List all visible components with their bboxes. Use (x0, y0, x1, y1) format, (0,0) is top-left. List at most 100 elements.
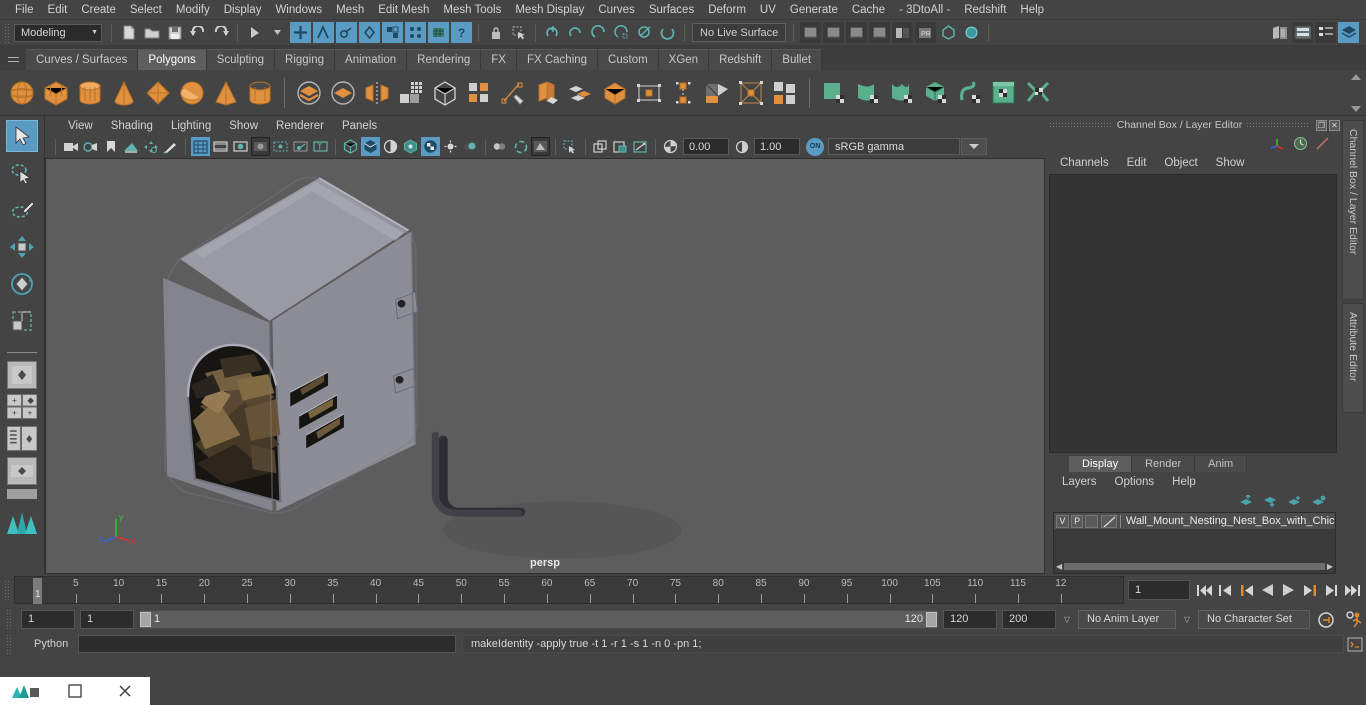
axis-display-icon[interactable] (1269, 136, 1286, 151)
time-slider-grip[interactable] (4, 580, 11, 600)
scroll-left-icon[interactable]: ◀ (1056, 562, 1062, 571)
graph-icon[interactable] (1315, 136, 1330, 151)
gamma-icon[interactable] (732, 137, 751, 156)
snap-to-view-plane-icon[interactable] (428, 22, 449, 43)
poly-soft-edge-icon[interactable] (701, 77, 733, 109)
shelf-tab-redshift[interactable]: Redshift (709, 49, 772, 70)
layer-display-type-toggle[interactable] (1085, 515, 1098, 528)
range-start-field[interactable]: 1 (80, 610, 134, 629)
textured-icon[interactable] (421, 137, 440, 156)
select-by-object-icon[interactable] (313, 22, 334, 43)
tab-attribute-editor[interactable]: Attribute Editor (1342, 303, 1364, 413)
undo-icon[interactable] (187, 22, 208, 43)
menu-file[interactable]: File (8, 2, 41, 18)
camera-attributes-icon[interactable] (81, 137, 100, 156)
menu-mesh-tools[interactable]: Mesh Tools (436, 2, 508, 18)
panel-grip-right[interactable] (1246, 122, 1310, 129)
range-slider-grip[interactable] (6, 609, 13, 629)
viewport-menu-panels[interactable]: Panels (333, 120, 386, 132)
viewport-menu-renderer[interactable]: Renderer (267, 120, 333, 132)
menu-3dtoall[interactable]: - 3DtoAll - (892, 2, 957, 18)
shelf-tab-fx-caching[interactable]: FX Caching (517, 49, 598, 70)
animation-start-field[interactable]: 1 (21, 610, 75, 629)
grid-toggle-icon[interactable] (631, 137, 650, 156)
menu-uv[interactable]: UV (753, 2, 783, 18)
scale-tool[interactable] (6, 305, 38, 337)
layer-tab-display[interactable]: Display (1069, 456, 1132, 472)
render-icon[interactable] (565, 22, 586, 43)
menu-select[interactable]: Select (123, 2, 169, 18)
poly-quad-draw-icon[interactable] (769, 77, 801, 109)
scroll-right-icon[interactable]: ▶ (1327, 562, 1333, 571)
poly-mirror-icon[interactable] (361, 77, 393, 109)
go-to-start-icon[interactable] (1196, 582, 1213, 599)
menu-mesh[interactable]: Mesh (329, 2, 371, 18)
animation-preferences-icon[interactable] (1342, 611, 1366, 628)
redo-icon[interactable] (210, 22, 231, 43)
uv-cylindrical-icon[interactable] (852, 77, 884, 109)
shadows-icon[interactable] (441, 137, 460, 156)
menu-redshift[interactable]: Redshift (957, 2, 1013, 18)
ipr-render-icon[interactable] (588, 22, 609, 43)
channel-box-body[interactable] (1049, 174, 1337, 453)
multisample-icon[interactable] (511, 137, 530, 156)
channel-box-menu-edit[interactable]: Edit (1118, 157, 1156, 169)
menu-surfaces[interactable]: Surfaces (642, 2, 701, 18)
layer-list[interactable]: V P Wall_Mount_Nesting_Nest_Box_with_Chi… (1053, 512, 1336, 574)
layer-tab-render[interactable]: Render (1132, 456, 1195, 472)
step-forward-frame-icon[interactable] (1301, 582, 1318, 599)
step-back-frame-icon[interactable] (1238, 582, 1255, 599)
camera-icon[interactable] (61, 137, 80, 156)
layer-visibility-toggle[interactable]: V (1056, 515, 1069, 528)
tool-settings-icon[interactable] (1315, 22, 1336, 43)
resolution-gate-icon[interactable] (231, 137, 250, 156)
range-slider[interactable]: 1 120 (139, 610, 938, 629)
texture-icon[interactable]: T (311, 137, 330, 156)
gamma-field[interactable]: 1.00 (754, 138, 800, 155)
command-language-label[interactable]: Python (16, 638, 78, 650)
scrollbar-thumb[interactable] (1064, 563, 1325, 570)
channel-box-menu-object[interactable]: Object (1155, 157, 1206, 169)
uv-automatic-icon[interactable] (920, 77, 952, 109)
exposure-icon[interactable] (661, 137, 680, 156)
xray-toggle-icon[interactable] (591, 137, 610, 156)
menu-display[interactable]: Display (217, 2, 269, 18)
chevron-down-icon[interactable]: ▽ (1181, 610, 1193, 629)
close-icon[interactable]: ✕ (1329, 120, 1340, 131)
exposure-control-icon[interactable] (800, 22, 821, 43)
play-forwards-icon[interactable] (1280, 582, 1297, 599)
exposure-field[interactable]: 0.00 (683, 138, 729, 155)
shelf-tab-polygons[interactable]: Polygons (138, 49, 206, 70)
xray-joints-icon[interactable] (291, 137, 310, 156)
gamma-control-icon[interactable] (823, 22, 844, 43)
depth-of-field-icon[interactable] (531, 137, 550, 156)
go-to-end-icon[interactable] (1343, 582, 1360, 599)
uv-planar-icon[interactable] (818, 77, 850, 109)
channel-box-icon[interactable] (1338, 22, 1359, 43)
poly-uv-icon[interactable] (735, 77, 767, 109)
shelf-tab-rendering[interactable]: Rendering (407, 49, 481, 70)
poly-boolean-icon[interactable] (429, 77, 461, 109)
paint-effects-icon[interactable] (961, 22, 982, 43)
layer-list-scrollbar[interactable]: ◀ ▶ (1056, 562, 1333, 571)
layer-menu-options[interactable]: Options (1106, 476, 1164, 488)
uv-spherical-icon[interactable] (886, 77, 918, 109)
range-end-field[interactable]: 120 (943, 610, 997, 629)
2d-pan-zoom-icon[interactable] (141, 137, 160, 156)
chevron-down-icon[interactable] (267, 22, 288, 43)
open-scene-icon[interactable] (141, 22, 162, 43)
range-start-handle[interactable] (140, 612, 151, 627)
lasso-select-tool[interactable] (6, 157, 38, 189)
shelf-tab-custom[interactable]: Custom (598, 49, 659, 70)
persp-viewport[interactable]: y x z persp (45, 158, 1045, 574)
viewport-menu-lighting[interactable]: Lighting (162, 120, 220, 132)
panel-grip-left[interactable] (1049, 122, 1113, 129)
shelf-menu-icon[interactable] (4, 48, 22, 70)
poly-pyramid-icon[interactable] (210, 77, 242, 109)
status-line-grip[interactable] (4, 23, 11, 43)
new-layer-from-selected-icon[interactable] (1311, 495, 1326, 507)
move-layer-up-icon[interactable] (1239, 495, 1254, 507)
gate-mask-icon[interactable] (251, 137, 270, 156)
uv-unfold-icon[interactable] (954, 77, 986, 109)
character-set-select[interactable]: No Character Set (1198, 610, 1310, 629)
